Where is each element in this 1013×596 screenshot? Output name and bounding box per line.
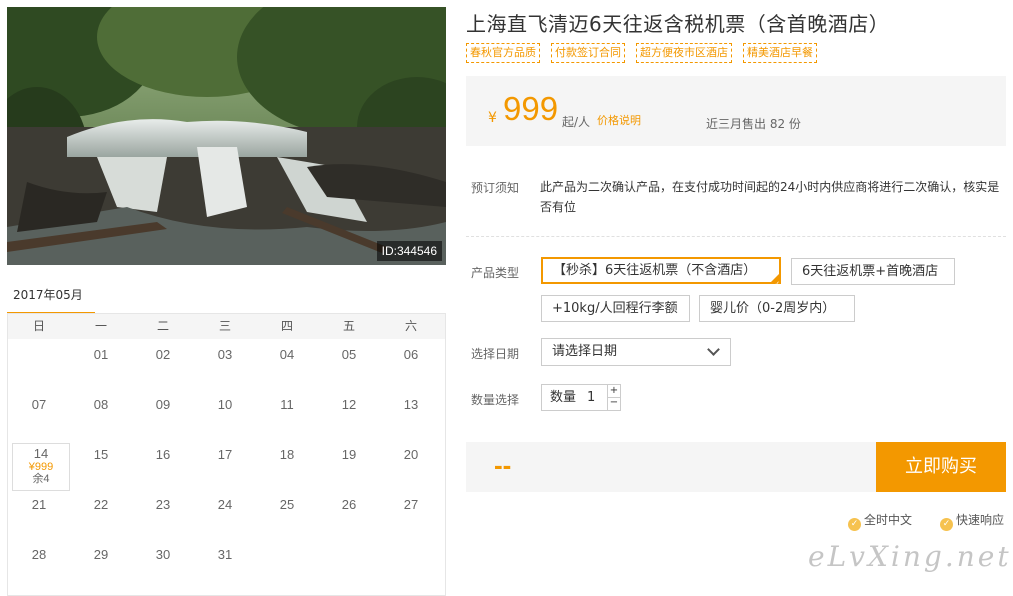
price-box: ¥ 999 起/人 价格说明 近三月售出 82 份	[466, 76, 1006, 146]
date-select[interactable]: 请选择日期	[541, 338, 731, 366]
quantity-value[interactable]: 1	[587, 385, 595, 410]
calendar-day[interactable]: 07	[8, 389, 70, 439]
quantity-prefix: 数量	[550, 390, 577, 405]
calendar-day[interactable]: 02	[132, 339, 194, 389]
option-label: 婴儿价（0-2周岁内）	[710, 301, 836, 316]
calendar-month-tab[interactable]: 2017年05月	[7, 284, 95, 314]
check-circle-icon: ✓	[940, 518, 953, 531]
date-select-value: 请选择日期	[552, 344, 618, 359]
photo-id-label: ID:344546	[376, 241, 442, 261]
quantity-stepper: 数量 1 + −	[541, 384, 621, 411]
calendar-day[interactable]: 24	[194, 489, 256, 539]
calendar-day[interactable]: 29	[70, 539, 132, 589]
calendar-day[interactable]: 06	[380, 339, 442, 389]
calendar-day[interactable]: 31	[194, 539, 256, 589]
chevron-down-icon	[707, 343, 720, 356]
calendar-empty-cell	[256, 539, 318, 589]
calendar-day[interactable]: 25	[256, 489, 318, 539]
calendar-day[interactable]: 19	[318, 439, 380, 489]
calendar-day[interactable]: 08	[70, 389, 132, 439]
calendar-day-number: 14	[33, 446, 49, 461]
product-type-option-4[interactable]: 婴儿价（0-2周岁内）	[699, 295, 855, 322]
weekday-label: 六	[404, 319, 417, 333]
notice-label: 预订须知	[471, 181, 520, 195]
calendar-day[interactable]: 20	[380, 439, 442, 489]
option-label: +10kg/人回程行李额	[552, 301, 678, 316]
notice-text: 此产品为二次确认产品，在支付成功时间起的24小时内供应商将进行二次确认，核实是否…	[540, 180, 1000, 214]
calendar-day[interactable]: 26	[318, 489, 380, 539]
date-label: 选择日期	[471, 347, 520, 361]
product-photo: ID:344546	[7, 7, 446, 265]
check-circle-icon: ✓	[848, 518, 861, 531]
calendar-day-remaining: 余4	[32, 473, 50, 485]
weekday-label: 日	[32, 319, 45, 333]
feature-tag: 精美酒店早餐	[743, 43, 817, 63]
product-type-option-2[interactable]: 6天往返机票+首晚酒店	[791, 258, 955, 285]
feature-tag: 春秋官方品质	[466, 43, 540, 63]
calendar-day[interactable]: 01	[70, 339, 132, 389]
quantity-decrease-button[interactable]: −	[607, 398, 620, 410]
price-unit: 起/人	[562, 115, 591, 129]
price-explain-link[interactable]: 价格说明	[597, 112, 641, 128]
calendar: 日 一 二 三 四 五 六 01 02 03 04 05 06 07 08 09 10 11 12 13…	[7, 314, 446, 596]
calendar-day[interactable]: 10	[194, 389, 256, 439]
quantity-label: 数量选择	[471, 393, 520, 407]
promise-fast: ✓ 快速响应	[940, 511, 1004, 531]
section-divider	[466, 236, 1006, 237]
calendar-day[interactable]: 18	[256, 439, 318, 489]
calendar-weekday-header: 日 一 二 三 四 五 六	[8, 314, 445, 339]
calendar-day[interactable]: 27	[380, 489, 442, 539]
price-currency: ¥	[488, 110, 497, 126]
calendar-day[interactable]: 17	[194, 439, 256, 489]
calendar-day-box: 14 ¥999 余4	[12, 443, 70, 491]
calendar-day[interactable]: 22	[70, 489, 132, 539]
promise-label: 快速响应	[956, 513, 1005, 527]
site-watermark: eLvXing.net	[808, 540, 1012, 573]
calendar-day[interactable]: 28	[8, 539, 70, 589]
feature-tag: 超方便夜市区酒店	[636, 43, 732, 63]
calendar-day[interactable]: 05	[318, 339, 380, 389]
promise-chinese: ✓ 全时中文	[848, 511, 912, 531]
calendar-empty-cell	[8, 339, 70, 389]
calendar-day[interactable]: 04	[256, 339, 318, 389]
price-amount: 999	[503, 90, 559, 127]
weekday-label: 三	[218, 319, 231, 333]
calendar-days: 01 02 03 04 05 06 07 08 09 10 11 12 13 14 ¥999 余4 15 16 17…	[8, 339, 445, 589]
calendar-day[interactable]: 21	[8, 489, 70, 539]
calendar-day[interactable]: 15	[70, 439, 132, 489]
promise-label: 全时中文	[864, 513, 913, 527]
weekday-label: 四	[280, 319, 293, 333]
buy-bar: -- 立即购买	[466, 442, 1006, 492]
calendar-day[interactable]: 03	[194, 339, 256, 389]
product-type-label: 产品类型	[471, 266, 520, 280]
calendar-day[interactable]: 11	[256, 389, 318, 439]
total-price: --	[494, 450, 512, 480]
calendar-day[interactable]: 30	[132, 539, 194, 589]
option-label: 6天往返机票+首晚酒店	[802, 264, 939, 279]
calendar-day[interactable]: 16	[132, 439, 194, 489]
product-type-option-1[interactable]: 【秒杀】6天往返机票（不含酒店）	[541, 257, 781, 296]
sold-count: 近三月售出 82 份	[706, 117, 801, 131]
calendar-day[interactable]: 09	[132, 389, 194, 439]
calendar-day-price: ¥999	[28, 461, 54, 473]
product-type-option-3[interactable]: +10kg/人回程行李额	[541, 295, 690, 322]
calendar-empty-cell	[318, 539, 380, 589]
product-title: 上海直飞清迈6天往返含税机票（含首晚酒店）	[466, 12, 890, 36]
option-label: 【秒杀】6天往返机票（不含酒店）	[553, 263, 757, 278]
calendar-day[interactable]: 13	[380, 389, 442, 439]
weekday-label: 五	[342, 319, 355, 333]
calendar-day[interactable]: 12	[318, 389, 380, 439]
weekday-label: 一	[94, 319, 107, 333]
calendar-day-selected[interactable]: 14 ¥999 余4	[8, 439, 70, 491]
selected-check-icon	[770, 273, 780, 296]
feature-tag: 付款签订合同	[551, 43, 625, 63]
product-tags: 春秋官方品质 付款签订合同 超方便夜市区酒店 精美酒店早餐	[466, 43, 817, 63]
waterfall-image	[7, 7, 446, 265]
calendar-day[interactable]: 23	[132, 489, 194, 539]
calendar-empty-cell	[380, 539, 442, 589]
weekday-label: 二	[156, 319, 169, 333]
buy-now-button[interactable]: 立即购买	[876, 442, 1006, 492]
